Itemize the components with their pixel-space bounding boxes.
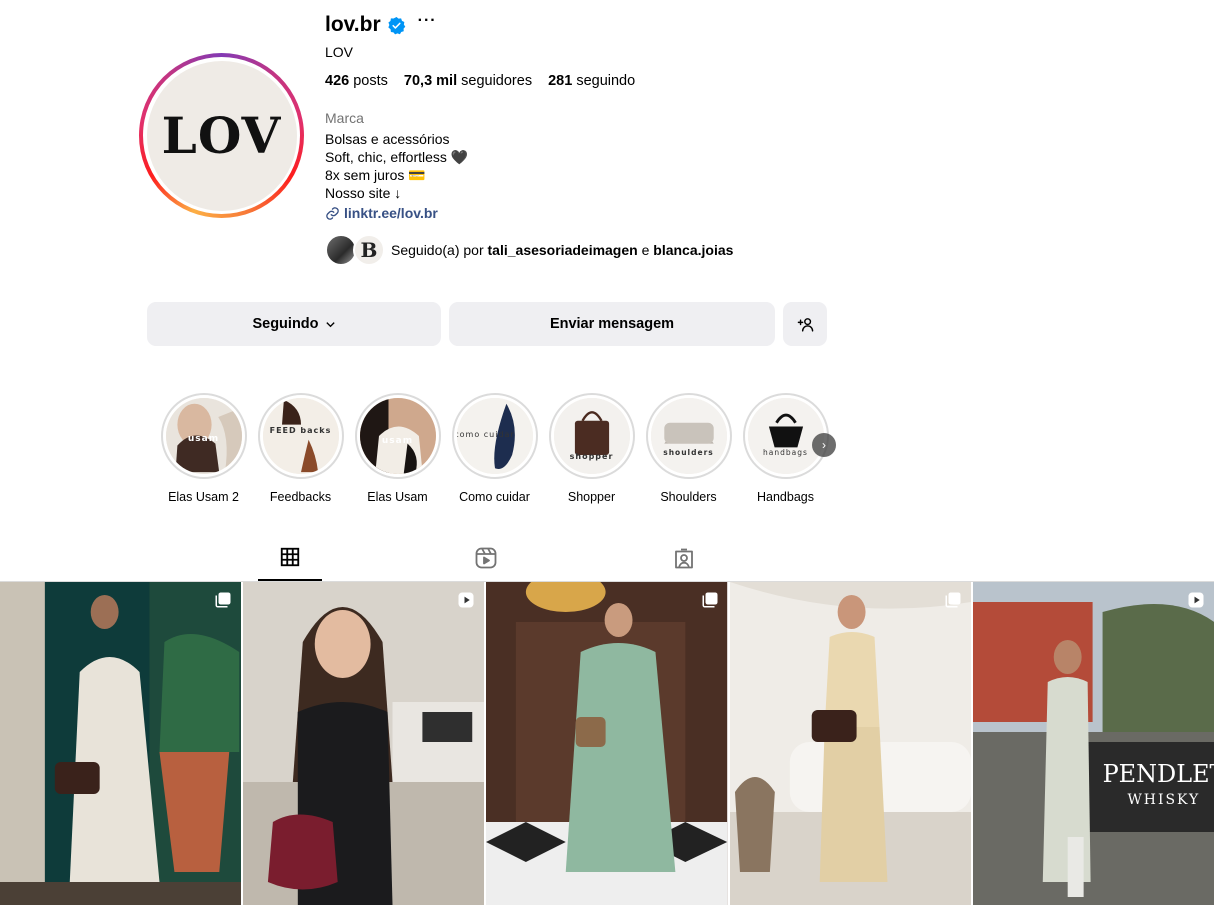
followed-by-text: Seguido(a) por tali_asesoriadeimagen e b… [391, 242, 734, 258]
bio: Bolsas e acessórios Soft, chic, effortle… [325, 130, 845, 202]
svg-text:WHISKY: WHISKY [1127, 792, 1200, 808]
chevron-right-icon[interactable]: › [812, 433, 836, 457]
following-button-label: Seguindo [252, 316, 319, 332]
highlight-label: Como cuidar [459, 490, 530, 504]
highlight-item[interactable]: shopper Shopper [543, 393, 640, 504]
post-thumbnail[interactable]: PENDLETON WHISKY [972, 582, 1214, 905]
post-thumbnail[interactable] [243, 582, 485, 905]
following-button[interactable]: Seguindo [147, 302, 441, 346]
send-message-button[interactable]: Enviar mensagem [449, 302, 775, 346]
bio-line: Soft, chic, effortless 🖤 [325, 149, 469, 165]
highlight-item[interactable]: FEED backs Feedbacks [252, 393, 349, 504]
highlight-label: Handbags [757, 490, 814, 504]
carousel-icon [702, 592, 718, 608]
highlight-word: usam [381, 436, 414, 446]
highlight-word: shopper [569, 452, 614, 461]
profile-stats: 426 posts 70,3 mil seguidores 281 seguin… [325, 73, 845, 89]
reels-icon [475, 547, 497, 569]
highlight-label: Elas Usam 2 [168, 490, 239, 504]
following-stat[interactable]: 281 seguindo [548, 73, 635, 89]
highlight-item[interactable]: usam Elas Usam [349, 393, 446, 504]
followed-by[interactable]: B Seguido(a) por tali_asesoriadeimagen e… [325, 234, 845, 266]
story-highlights: usam Elas Usam 2 FEED backs Feedbacks us… [155, 393, 836, 504]
more-options-icon[interactable]: ··· [418, 13, 437, 34]
highlight-label: Shopper [567, 490, 616, 504]
highlight-item[interactable]: handbags › Handbags [737, 393, 836, 504]
username: lov.br [325, 13, 381, 36]
bio-line: 8x sem juros 💳 [325, 167, 426, 183]
highlight-word: usam [187, 434, 220, 444]
profile-tabs [258, 541, 718, 581]
tagged-icon [675, 548, 693, 569]
highlight-label: Shoulders [660, 490, 717, 504]
bio-line: Nosso site ↓ [325, 185, 402, 201]
post-thumbnail[interactable] [486, 582, 728, 905]
category-label: Marca [325, 110, 364, 126]
highlight-word: FEED backs [269, 426, 332, 435]
suggested-users-button[interactable] [783, 302, 827, 346]
profile-info: lov.br ··· LOV 426 posts 70,3 mil seguid… [325, 10, 845, 266]
tab-posts[interactable] [258, 541, 322, 581]
carousel-icon [215, 592, 231, 608]
tab-tagged[interactable] [652, 541, 716, 581]
avatar-logo-text: LOV [161, 106, 282, 165]
posts-stat: 426 posts [325, 73, 388, 89]
highlight-item[interactable]: shoulders Shoulders [640, 393, 737, 504]
grid-icon [280, 547, 300, 567]
bio-line: Bolsas e acessórios [325, 131, 450, 147]
verified-badge-icon [387, 16, 405, 34]
bio-link-text[interactable]: linktr.ee/lov.br [344, 205, 438, 221]
post-thumbnail[interactable] [0, 582, 242, 905]
add-user-icon [797, 317, 813, 332]
highlight-label: Feedbacks [269, 490, 332, 504]
profile-avatar: LOV [146, 60, 297, 211]
post-sign-text: PENDLETON [1102, 760, 1214, 788]
highlight-word: shoulders [663, 448, 714, 457]
highlight-item[interactable]: usam Elas Usam 2 [155, 393, 252, 504]
reel-icon [1188, 592, 1204, 608]
follower-avatar: B [353, 234, 385, 266]
carousel-icon [945, 592, 961, 608]
post-thumbnail[interactable] [729, 582, 971, 905]
link-icon [326, 206, 339, 220]
chevron-down-icon [325, 321, 335, 327]
profile-avatar-ring[interactable]: LOV [139, 53, 304, 218]
tab-reels[interactable] [454, 541, 518, 581]
follower-username[interactable]: blanca.joias [653, 242, 733, 258]
reel-icon [458, 592, 474, 608]
full-name: LOV [325, 44, 354, 60]
follower-username[interactable]: tali_asesoriadeimagen [488, 242, 638, 258]
send-message-label: Enviar mensagem [549, 316, 675, 332]
highlight-item[interactable]: como cuidar Como cuidar [446, 393, 543, 504]
highlight-word: como cuidar [456, 430, 515, 439]
highlight-label: Elas Usam [367, 490, 428, 504]
bio-link[interactable]: linktr.ee/lov.br [325, 205, 845, 221]
posts-grid: PENDLETON WHISKY [0, 582, 1214, 905]
followers-stat[interactable]: 70,3 mil seguidores [404, 73, 532, 89]
